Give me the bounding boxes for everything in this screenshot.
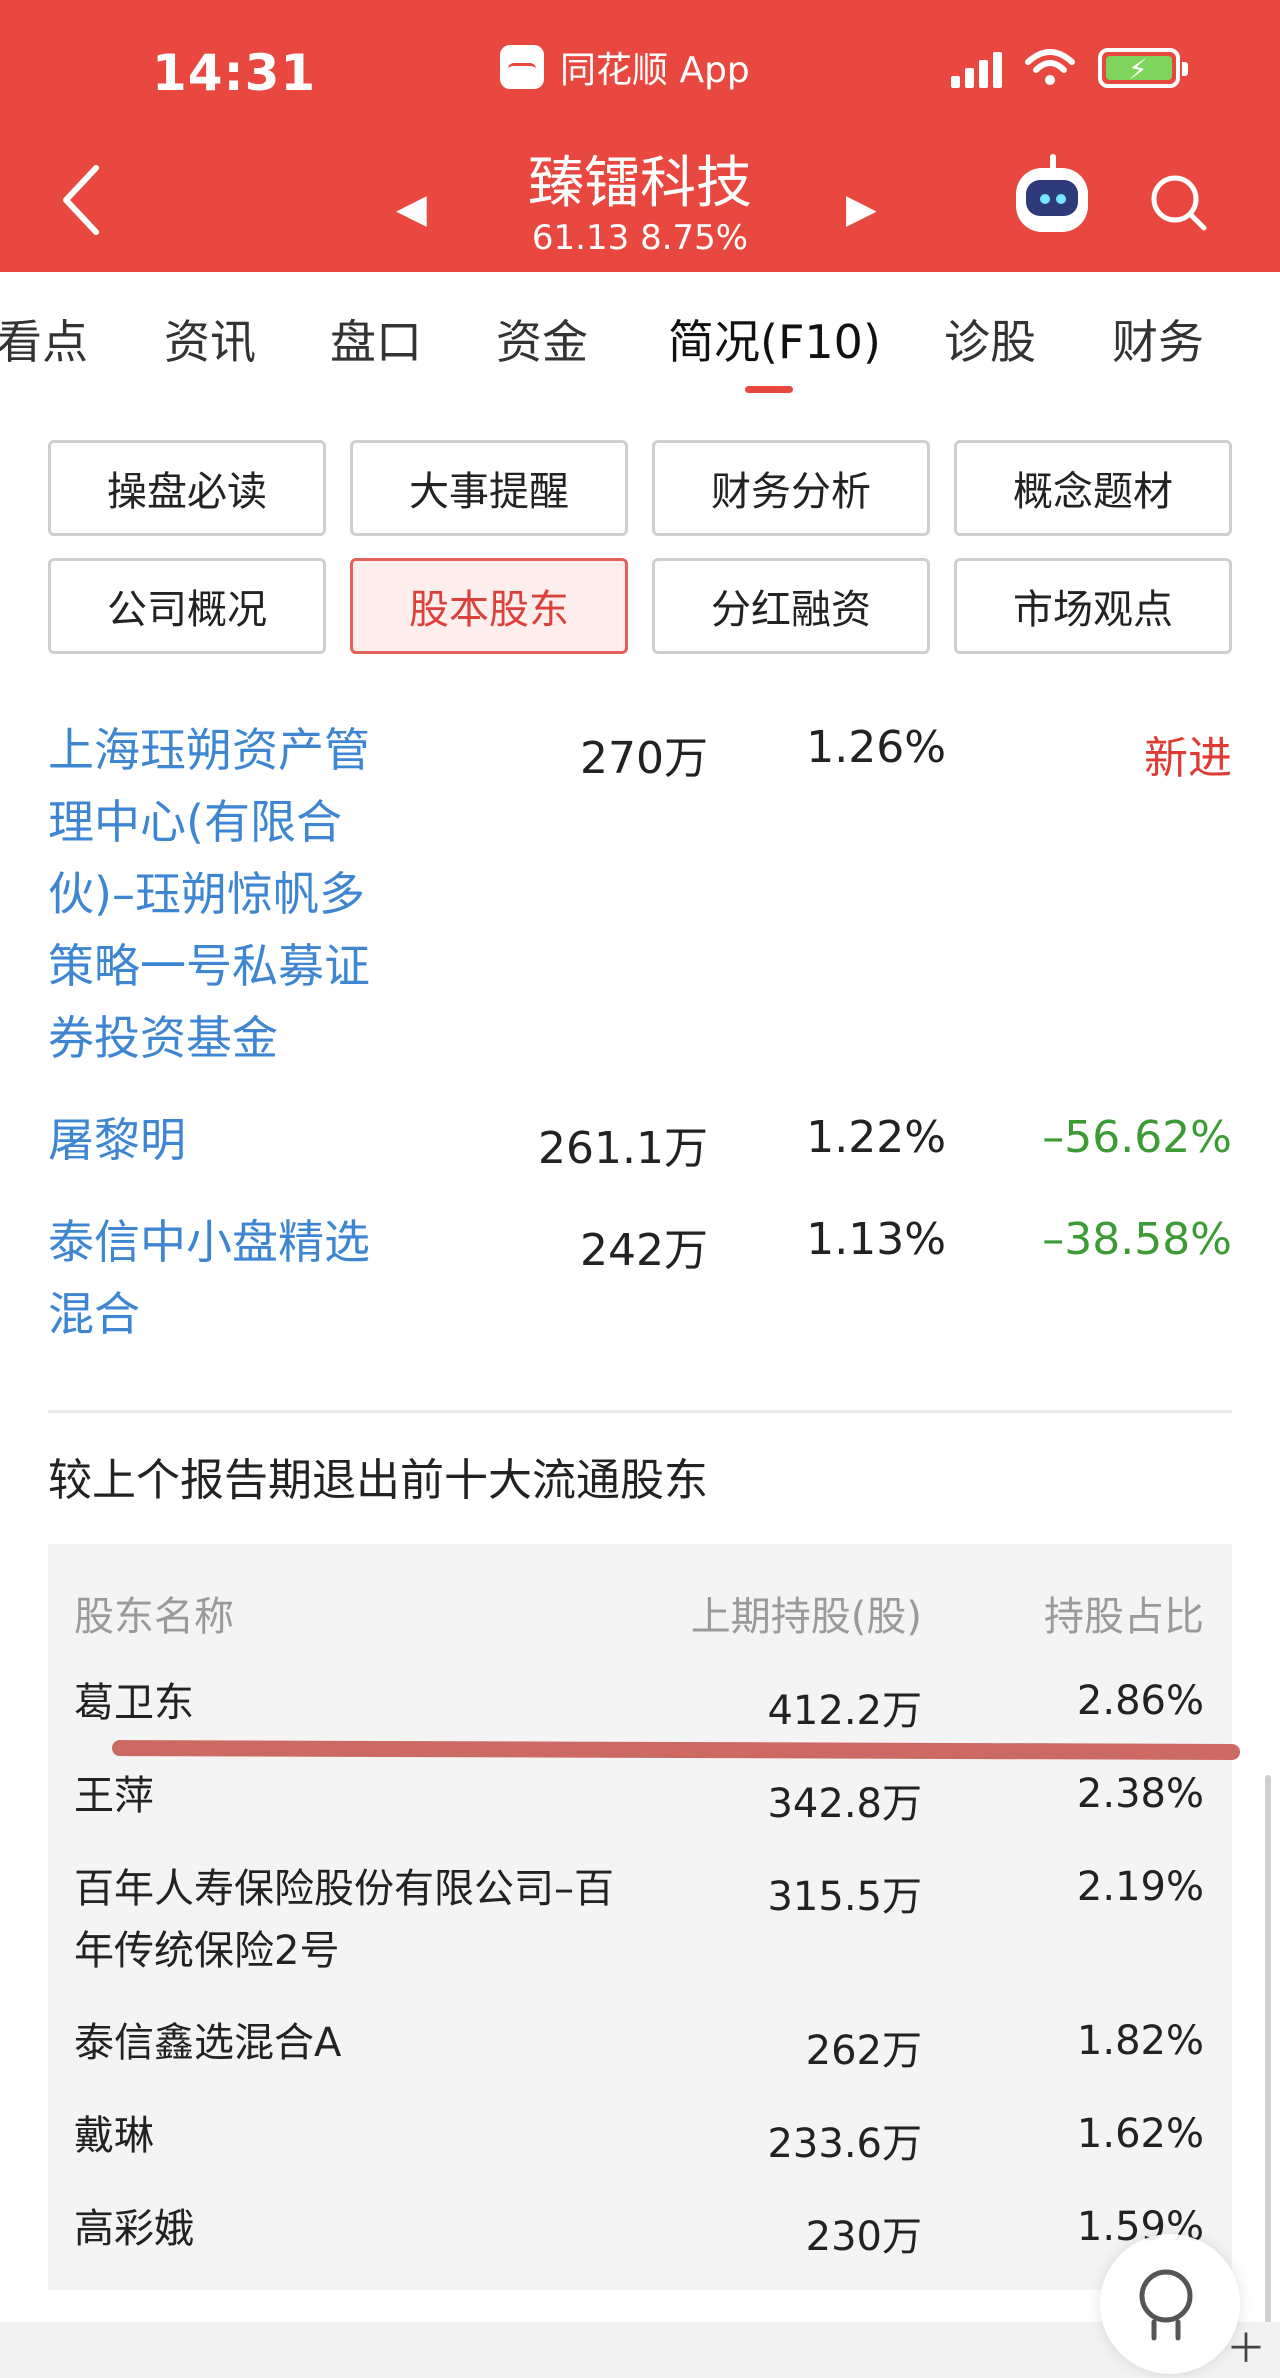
status-app-label: 同花顺 App [560,50,750,91]
status-app-indicator: 同花顺 App [500,44,750,91]
col-header-prev-shares: 上期持股(股) [690,1594,922,1640]
holder-change: –38.58% [1042,1214,1232,1265]
prev-stock-icon[interactable]: ◀ [396,186,427,232]
table-row-prev: 230万 [805,2214,922,2260]
holder-shares: 242万 [580,1225,708,1276]
tab-funds[interactable]: 资金 [496,306,588,372]
table-row-prev: 262万 [805,2028,922,2074]
holder-shares: 261.1万 [538,1123,708,1174]
button-dividends[interactable]: 分红融资 [652,558,930,654]
button-market-views[interactable]: 市场观点 [954,558,1232,654]
status-indicators: ⚡ [951,48,1188,88]
table-row-prev: 233.6万 [767,2121,922,2167]
holder-shares: 270万 [580,733,708,784]
stock-price-change: 61.13 8.75% [531,218,749,258]
plus-icon[interactable]: ＋ [1226,2316,1266,2374]
table-row-name: 百年人寿保险股份有限公司–百年传统保险2号 [74,1866,614,1974]
table-row-name: 高彩娥 [74,2206,194,2252]
holder-name-link[interactable]: 泰信中小盘精选混合 [48,1206,398,1350]
table-row-prev: 342.8万 [767,1781,922,1827]
button-company-overview[interactable]: 公司概况 [48,558,326,654]
table-row-ratio: 2.86% [1076,1678,1204,1724]
button-events[interactable]: 大事提醒 [350,440,628,536]
search-icon[interactable] [1148,172,1208,232]
holder-name-link[interactable]: 上海珏朔资产管理中心(有限合伙)–珏朔惊帆多策略一号私募证券投资基金 [48,714,398,1074]
tab-finance[interactable]: 财务 [1112,306,1204,372]
table-row-ratio: 1.82% [1076,2018,1204,2064]
wifi-icon [1025,49,1075,85]
search-icon [1139,2269,1193,2341]
holder-name-link[interactable]: 屠黎明 [48,1104,398,1176]
tab-news[interactable]: 资讯 [164,306,256,372]
app-header: 14:31 同花顺 App ⚡ ◀ 臻镭科技 61.13 8.75% ▶ [0,0,1280,272]
back-icon[interactable] [56,160,106,240]
button-shareholders[interactable]: 股本股东 [350,558,628,654]
table-row-name: 戴琳 [74,2113,154,2159]
table-row-name: 泰信鑫选混合A [74,2020,342,2066]
holder-change: –56.62% [1042,1112,1232,1163]
robot-assistant-icon[interactable] [1016,154,1088,232]
holder-change: 新进 [1144,733,1232,784]
holder-percent: 1.22% [806,1112,946,1163]
table-row-ratio: 2.38% [1076,1771,1204,1817]
bottom-strip [0,2322,1280,2378]
table-row-ratio: 2.19% [1076,1864,1204,1910]
stock-name: 臻镭科技 [528,151,752,216]
button-must-read[interactable]: 操盘必读 [48,440,326,536]
button-concepts[interactable]: 概念题材 [954,440,1232,536]
tab-bar: 看点 资讯 盘口 资金 简况(F10) 诊股 财务 [0,300,1280,390]
tab-market[interactable]: 盘口 [330,306,422,372]
holder-percent: 1.13% [806,1214,946,1265]
tab-f10[interactable]: 简况(F10) [668,306,881,372]
tab-diagnosis[interactable]: 诊股 [944,306,1036,372]
tab-kandian[interactable]: 看点 [0,306,88,372]
button-financial-analysis[interactable]: 财务分析 [652,440,930,536]
table-row-prev: 315.5万 [767,1874,922,1920]
holder-percent: 1.26% [806,722,946,773]
app-badge-icon [500,45,544,89]
status-time: 14:31 [152,44,317,102]
table-row-prev: 412.2万 [767,1688,922,1734]
active-tab-indicator [745,386,793,393]
exit-section-title: 较上个报告期退出前十大流通股东 [48,1455,708,1506]
scrollbar[interactable] [1265,1775,1271,2335]
table-row-name: 葛卫东 [74,1680,194,1726]
section-divider [48,1410,1232,1413]
battery-icon: ⚡ [1098,48,1188,88]
floating-search-button[interactable] [1100,2234,1240,2374]
table-row-ratio: 1.62% [1076,2111,1204,2157]
table-row-name: 王萍 [74,1773,154,1819]
col-header-ratio: 持股占比 [1044,1594,1204,1640]
signal-icon [951,48,1002,88]
col-header-name: 股东名称 [74,1594,234,1640]
next-stock-icon[interactable]: ▶ [846,186,877,232]
